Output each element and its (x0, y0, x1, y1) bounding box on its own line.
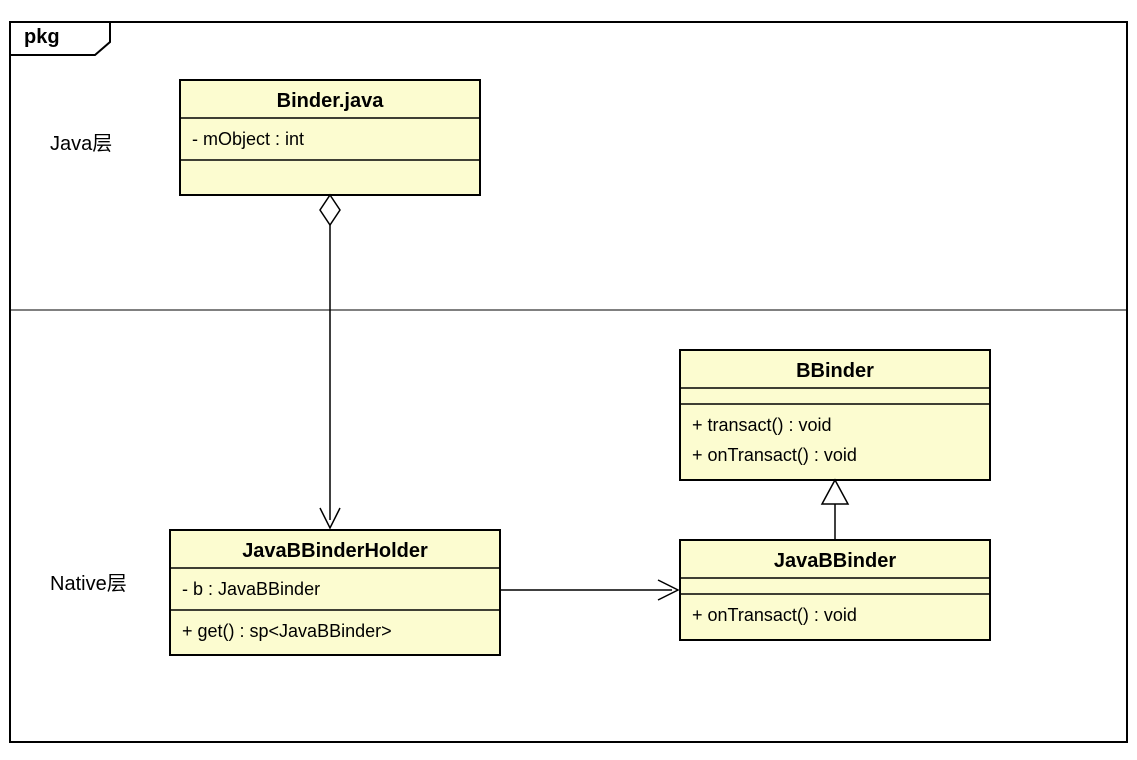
class-holder-op-0: + get() : sp<JavaBBinder> (182, 621, 392, 641)
uml-diagram: pkg Java层 Native层 Binder.java - mObject … (0, 0, 1137, 760)
zone-java-label: Java层 (50, 133, 112, 155)
class-bbinder: BBinder + transact() : void + onTransact… (680, 350, 990, 480)
class-bbinder-title: BBinder (796, 360, 874, 382)
class-javabbinder: JavaBBinder + onTransact() : void (680, 540, 990, 640)
zone-native-label: Native层 (50, 573, 127, 595)
class-bbinder-op-0: + transact() : void (692, 415, 832, 435)
rel-holder-javabbinder (500, 580, 678, 600)
class-holder: JavaBBinderHolder - b : JavaBBinder + ge… (170, 530, 500, 655)
class-binder: Binder.java - mObject : int (180, 80, 480, 195)
class-holder-attr-0: - b : JavaBBinder (182, 579, 320, 599)
class-holder-title: JavaBBinderHolder (242, 540, 428, 562)
package-label: pkg (24, 26, 60, 48)
class-javabbinder-op-0: + onTransact() : void (692, 605, 857, 625)
class-bbinder-op-1: + onTransact() : void (692, 445, 857, 465)
class-binder-attr-0: - mObject : int (192, 129, 304, 149)
rel-binder-holder (320, 195, 340, 528)
class-javabbinder-title: JavaBBinder (774, 550, 896, 572)
class-binder-title: Binder.java (277, 90, 385, 112)
rel-javabbinder-bbinder (822, 480, 848, 540)
